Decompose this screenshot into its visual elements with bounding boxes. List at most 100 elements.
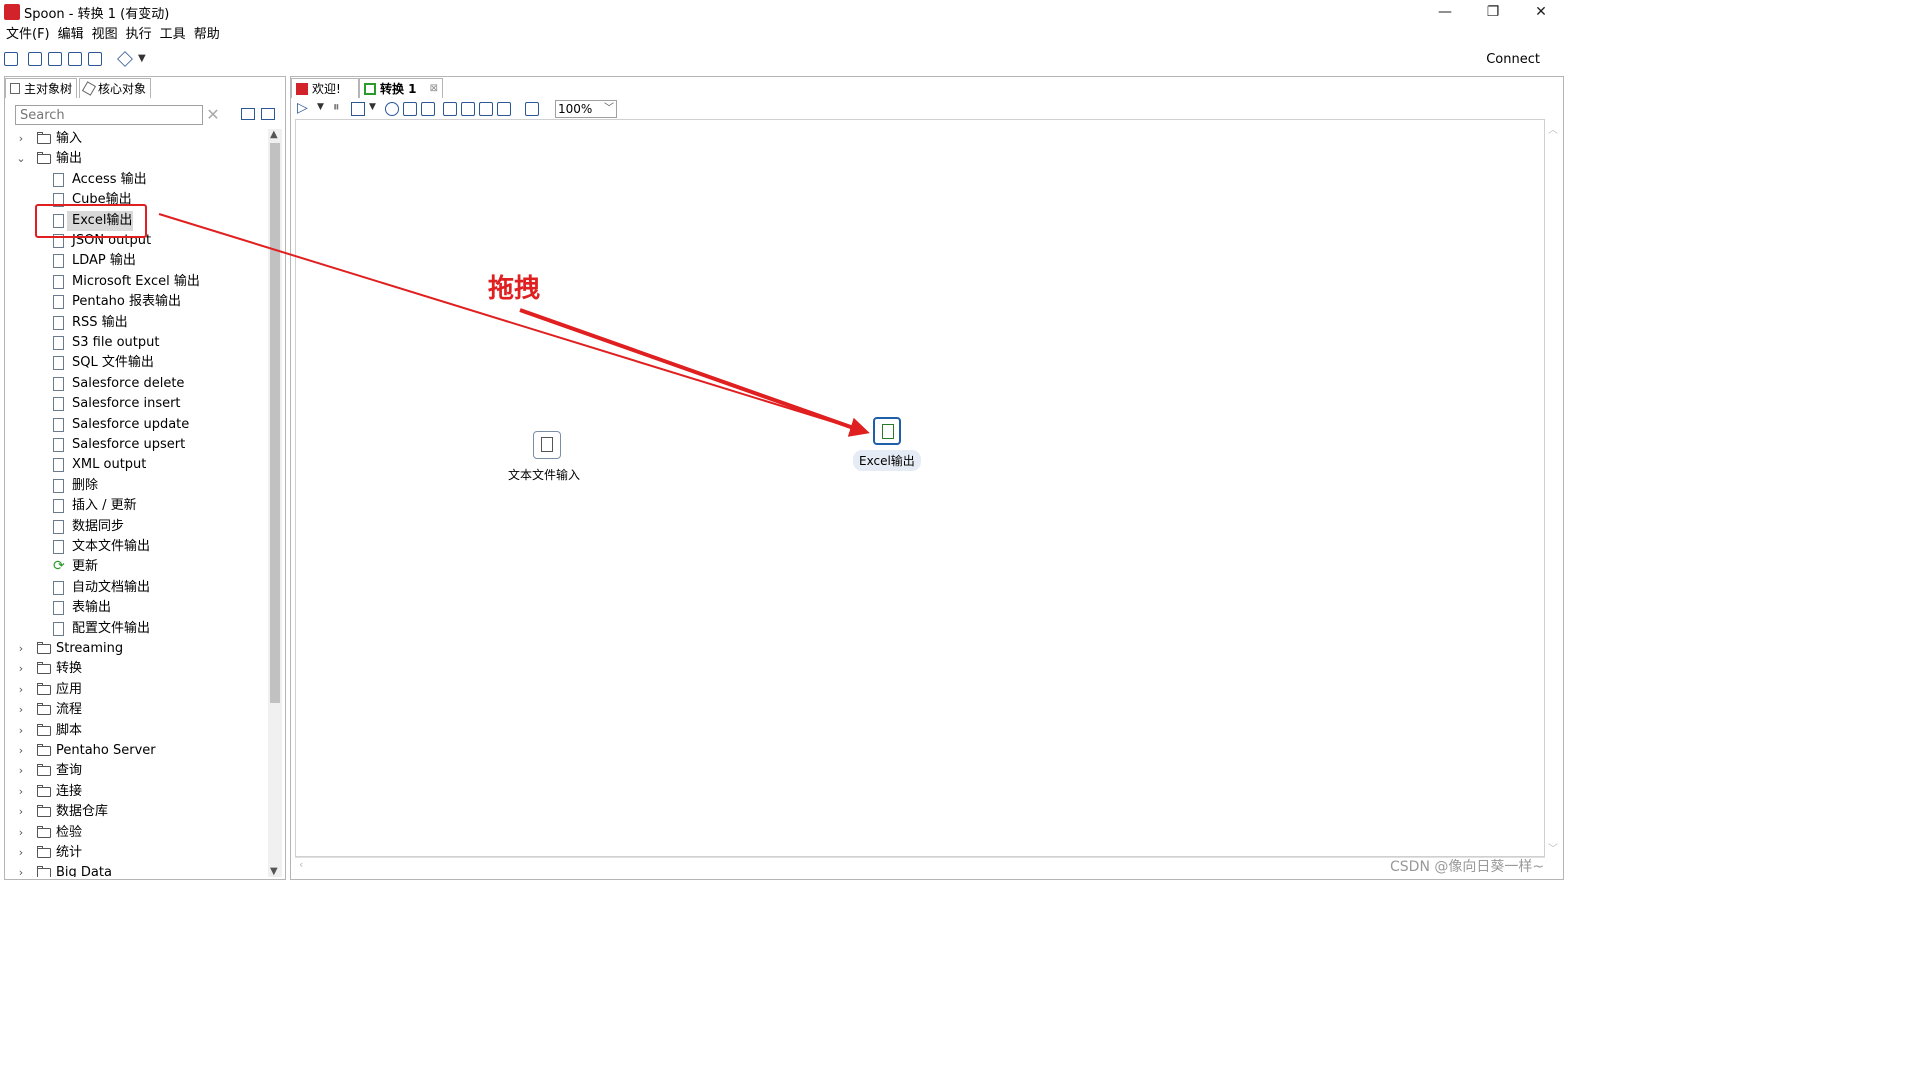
canvas-toolbar: ▷ ▼ ⏸ ▼ 100% ﹀: [293, 99, 1561, 119]
preview-icon[interactable]: [385, 102, 399, 116]
drag-annotation-label: 拖拽: [488, 274, 541, 304]
tree-item-label: 自动文档输出: [72, 579, 151, 595]
chevron-right-icon[interactable]: ›: [15, 659, 27, 679]
tree-scrollbar-thumb[interactable]: [270, 143, 280, 703]
excel-output-step[interactable]: [873, 417, 901, 445]
verify-icon[interactable]: [443, 102, 457, 116]
tree-item-label: 应用: [56, 681, 83, 697]
folder-icon: [37, 152, 51, 165]
clear-search-icon[interactable]: ✕: [205, 105, 221, 125]
show-results-icon[interactable]: [525, 102, 539, 116]
save-as-icon[interactable]: [88, 52, 102, 66]
menu-item-5[interactable]: 帮助: [190, 25, 224, 45]
tab-label: 主对象树: [24, 82, 73, 96]
tree-scrollbar[interactable]: ▲ ▼: [268, 129, 282, 877]
step-icon: [53, 540, 64, 554]
step-icon: [53, 438, 64, 452]
chevron-down-icon[interactable]: ⌄: [15, 149, 27, 169]
menu-item-0[interactable]: 文件(F): [2, 25, 54, 45]
connect-button[interactable]: Connect: [1486, 52, 1540, 67]
tree-item-label: 脚本: [56, 722, 83, 738]
pencil-icon: [81, 81, 97, 96]
chevron-right-icon[interactable]: ›: [15, 129, 27, 149]
stop-icon[interactable]: [351, 102, 365, 116]
tab-core-objects[interactable]: 核心对象: [79, 78, 152, 98]
tree-item-label: 表输出: [72, 600, 112, 616]
chevron-right-icon[interactable]: ›: [15, 741, 27, 761]
highlight-box: [35, 204, 147, 238]
stop-options-chevron-icon[interactable]: ▼: [369, 102, 376, 112]
step-icon: [53, 417, 64, 432]
tab-label: 转换 1: [380, 82, 417, 96]
chevron-right-icon[interactable]: ›: [15, 823, 27, 843]
pause-icon[interactable]: ⏸: [333, 100, 340, 115]
folder-icon: [37, 723, 51, 736]
minimize-button[interactable]: —: [1422, 0, 1468, 24]
title-bar: Spoon - 转换 1 (有变动) — ❐ ✕: [0, 0, 1568, 24]
step-icon: [53, 376, 64, 391]
folder-icon: [37, 744, 51, 756]
tab-main-object-tree[interactable]: 主对象树: [5, 78, 78, 98]
transformation-canvas[interactable]: 文本文件输入 Excel输出: [295, 119, 1545, 857]
menu-item-4[interactable]: 工具: [156, 25, 190, 45]
text-file-input-step[interactable]: [533, 431, 561, 459]
canvas-vertical-scrollbar[interactable]: ︿ ﹀: [1545, 119, 1559, 857]
open-file-icon[interactable]: [28, 52, 42, 66]
tab-welcome[interactable]: 欢迎!: [291, 78, 359, 98]
tree-item-label: 输出: [56, 151, 83, 167]
search-input[interactable]: [15, 105, 203, 125]
scroll-up-icon[interactable]: ▲: [270, 129, 278, 140]
tree-item-label: LDAP 输出: [72, 253, 136, 269]
tree-item-label: 流程: [56, 702, 83, 718]
sql-icon[interactable]: [479, 102, 493, 116]
layers-dropdown-chevron-icon[interactable]: ▼: [138, 53, 146, 64]
debug-icon[interactable]: [403, 102, 417, 116]
menu-item-1[interactable]: 编辑: [54, 25, 88, 45]
watermark: CSDN @像向日葵一样~: [1390, 859, 1545, 875]
tab-transformation-1[interactable]: 转换 1 ⊠: [359, 78, 443, 98]
chevron-right-icon[interactable]: ›: [15, 721, 27, 741]
new-file-icon[interactable]: [4, 52, 18, 66]
tree-item-label: 更新: [72, 559, 99, 575]
explore-repository-icon[interactable]: [48, 52, 62, 66]
folder-icon: [37, 764, 51, 777]
chevron-right-icon[interactable]: ›: [15, 782, 27, 802]
excel-output-icon: [882, 424, 894, 439]
canvas-horizontal-scrollbar[interactable]: ‹: [295, 857, 1545, 872]
chevron-right-icon[interactable]: ›: [15, 802, 27, 822]
folder-icon: [37, 846, 51, 858]
step-icon: [53, 315, 64, 330]
step-icon: [53, 601, 64, 616]
collapse-tree-icon[interactable]: [241, 108, 255, 120]
chevron-right-icon[interactable]: ›: [15, 700, 27, 720]
menu-item-2[interactable]: 视图: [88, 25, 122, 45]
scroll-down-icon[interactable]: ▼: [270, 866, 278, 877]
window-title: Spoon - 转换 1 (有变动): [24, 7, 170, 22]
chevron-right-icon[interactable]: ›: [15, 639, 27, 659]
step-label: 文本文件输入: [508, 468, 581, 482]
zoom-select[interactable]: 100% ﹀: [555, 100, 617, 118]
menu-item-3[interactable]: 执行: [122, 25, 156, 45]
step-icon: [53, 499, 64, 514]
transformation-icon: [364, 83, 376, 95]
close-button[interactable]: ✕: [1518, 0, 1564, 24]
chevron-right-icon[interactable]: ›: [15, 680, 27, 700]
chevron-right-icon[interactable]: ›: [15, 761, 27, 781]
refresh-icon: ⟳: [53, 558, 65, 575]
scroll-left-icon[interactable]: ‹: [299, 858, 303, 871]
chevron-right-icon[interactable]: ›: [15, 863, 27, 877]
close-tab-icon[interactable]: ⊠: [430, 79, 438, 99]
replay-icon[interactable]: [421, 102, 435, 116]
impact-icon[interactable]: [461, 102, 475, 116]
save-icon[interactable]: [68, 52, 82, 66]
layers-icon[interactable]: [117, 51, 133, 67]
explore-db-icon[interactable]: [497, 102, 511, 116]
expand-tree-icon[interactable]: [261, 108, 275, 120]
scroll-up-icon[interactable]: ︿: [1548, 121, 1558, 136]
scroll-down-icon[interactable]: ﹀: [1548, 840, 1558, 855]
run-icon[interactable]: ▷: [297, 100, 308, 116]
tree-item-label: 统计: [56, 845, 83, 860]
restore-button[interactable]: ❐: [1470, 0, 1516, 24]
run-options-chevron-icon[interactable]: ▼: [317, 102, 324, 112]
chevron-right-icon[interactable]: ›: [15, 843, 27, 863]
